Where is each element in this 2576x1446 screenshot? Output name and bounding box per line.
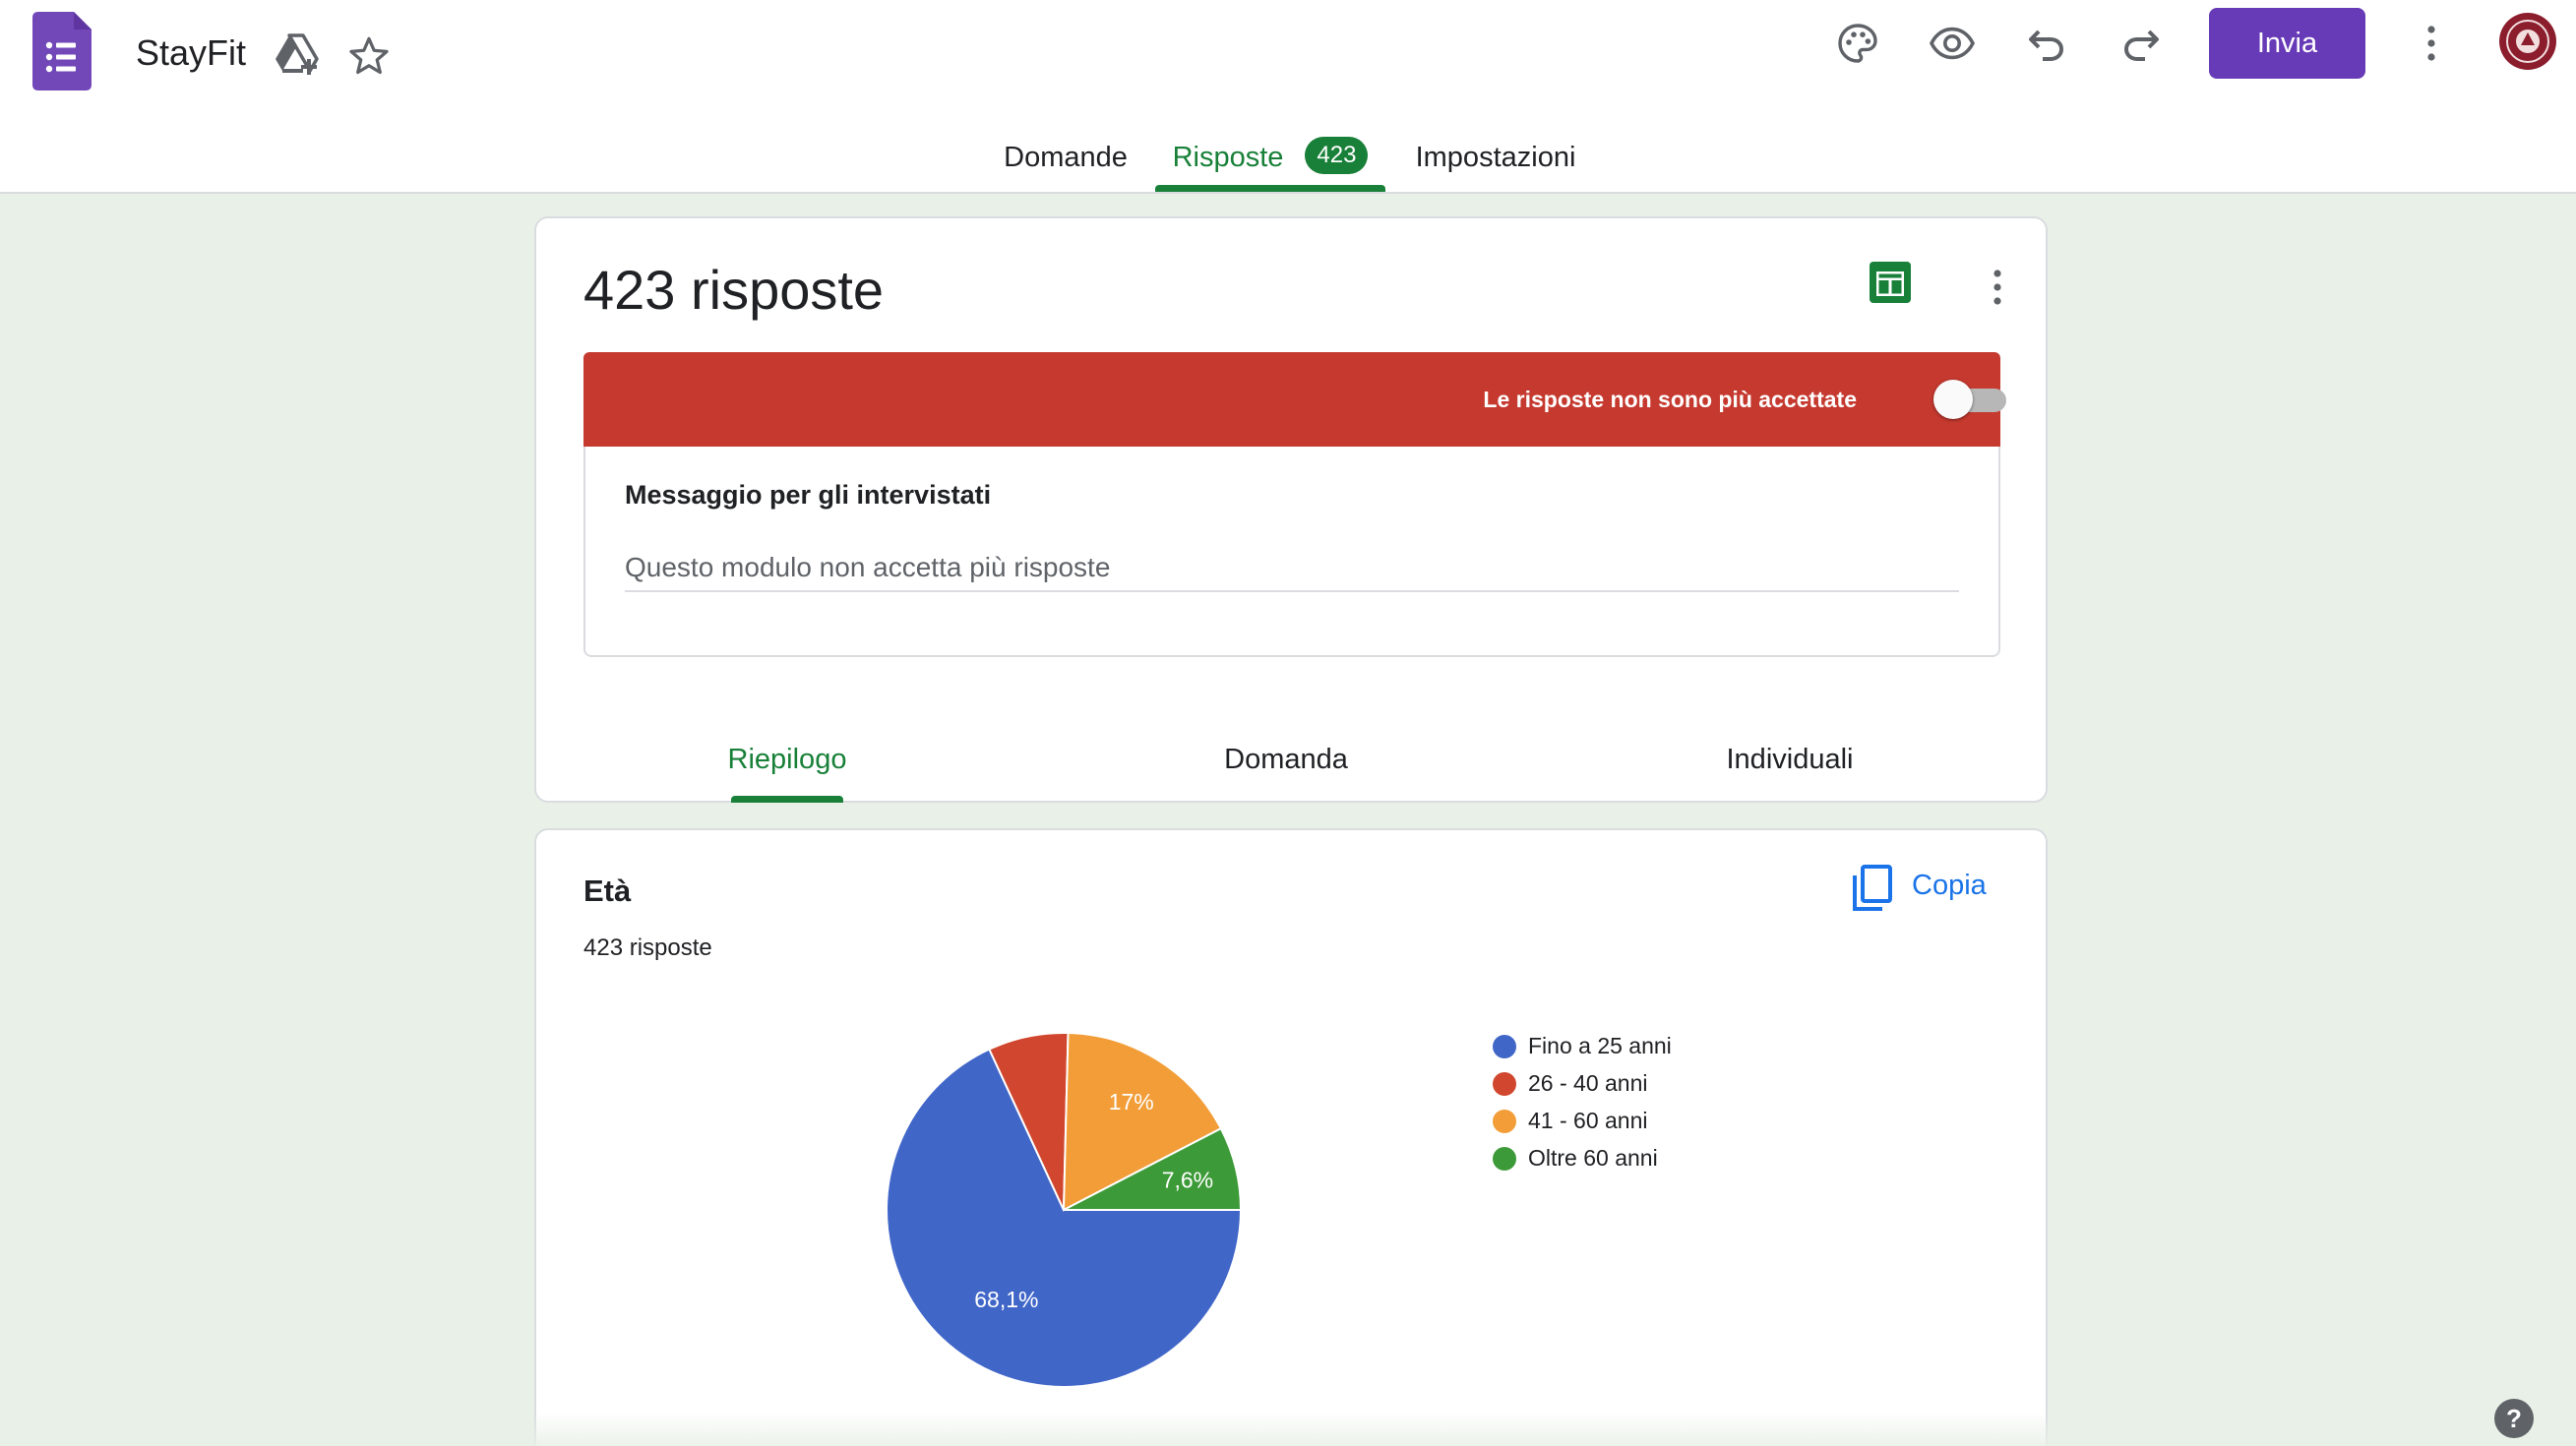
active-tab-indicator — [1155, 185, 1385, 192]
pie-label-41-60: 17% — [1109, 1089, 1154, 1115]
question-title: Età — [583, 874, 632, 908]
copy-label: Copia — [1912, 870, 1987, 901]
legend-swatch — [1493, 1072, 1516, 1096]
redo-icon[interactable] — [2117, 20, 2165, 67]
copy-icon — [1853, 865, 1892, 911]
more-vert-icon[interactable] — [2416, 20, 2447, 67]
tab-questions[interactable]: Domande — [1004, 128, 1128, 193]
pie-label-over-60: 7,6% — [1162, 1167, 1213, 1192]
university-seal-icon — [2501, 15, 2554, 68]
not-accepting-banner: Le risposte non sono più accettate — [583, 352, 2006, 447]
pie-label-up-to-25: 68,1% — [974, 1287, 1038, 1312]
help-icon[interactable]: ? — [2492, 1397, 2536, 1440]
tab-settings[interactable]: Impostazioni — [1411, 128, 1580, 193]
send-button[interactable]: Invia — [2209, 8, 2365, 79]
legend-label: Fino a 25 anni — [1528, 1033, 1672, 1058]
tab-responses[interactable]: Risposte 423 — [1155, 128, 1385, 193]
legend-label: Oltre 60 anni — [1528, 1145, 1658, 1171]
legend-label: 41 - 60 anni — [1528, 1108, 1648, 1133]
responses-count-badge: 423 — [1305, 137, 1369, 174]
star-icon[interactable] — [346, 33, 392, 79]
responses-count-title: 423 risposte — [583, 259, 885, 321]
legend-item-over-60[interactable]: Oltre 60 anni — [1493, 1139, 1672, 1176]
not-accepting-text: Le risposte non sono più accettate — [1483, 387, 1857, 412]
chart-legend: Fino a 25 anni 26 - 40 anni 41 - 60 anni Ol… — [1493, 1027, 1672, 1176]
question-summary-card: Età 423 risposte Copia 68,1% 17% 7,6% Fino… — [534, 828, 2048, 1446]
link-to-sheets-icon[interactable] — [1870, 262, 1911, 303]
respondent-message-input[interactable] — [625, 545, 1959, 592]
google-forms-logo[interactable] — [32, 12, 92, 90]
palette-icon[interactable] — [1834, 20, 1881, 67]
legend-swatch — [1493, 1147, 1516, 1171]
form-title[interactable]: StayFit — [136, 31, 246, 75]
subtab-question[interactable]: Domanda — [1138, 740, 1434, 779]
responses-summary-card: 423 risposte Le risposte non sono più ac… — [534, 216, 2048, 803]
subtab-individual[interactable]: Individuali — [1642, 740, 1937, 779]
subtab-summary[interactable]: Riepilogo — [640, 740, 935, 779]
legend-item-41-60[interactable]: 41 - 60 anni — [1493, 1102, 1672, 1139]
accepting-responses-toggle[interactable] — [1933, 380, 2008, 419]
legend-item-up-to-25[interactable]: Fino a 25 anni — [1493, 1027, 1672, 1064]
move-to-drive-icon[interactable] — [274, 33, 321, 77]
bottom-fade — [0, 1413, 2576, 1446]
undo-icon[interactable] — [2023, 20, 2070, 67]
tab-responses-label: Risposte — [1172, 142, 1284, 173]
more-options-icon[interactable] — [1983, 266, 2012, 309]
active-subtab-indicator — [731, 796, 843, 803]
legend-item-26-40[interactable]: 26 - 40 anni — [1493, 1064, 1672, 1102]
question-response-count: 423 risposte — [583, 934, 712, 961]
legend-label: 26 - 40 anni — [1528, 1070, 1648, 1096]
eye-icon[interactable] — [1929, 20, 1976, 67]
age-pie-chart: 68,1% 17% 7,6% — [886, 1032, 1243, 1388]
avatar[interactable] — [2499, 13, 2556, 70]
form-tabs: Domande Risposte 423 Impostazioni — [0, 128, 2576, 193]
svg-text:?: ? — [2506, 1404, 2522, 1433]
legend-swatch — [1493, 1035, 1516, 1058]
toggle-knob — [1933, 380, 1973, 419]
respondent-message-box: Messaggio per gli intervistati — [583, 447, 2000, 657]
respondent-message-label: Messaggio per gli intervistati — [625, 480, 992, 510]
legend-swatch — [1493, 1110, 1516, 1133]
top-app-bar: StayFit Invia Domande Risposte 423 Impos… — [0, 0, 2576, 194]
